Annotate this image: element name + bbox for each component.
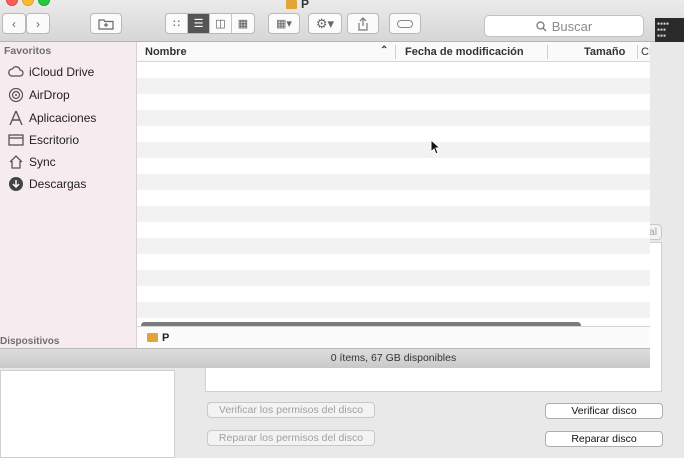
column-separator [637, 45, 638, 59]
status-text: 0 ítems, 67 GB disponibles [330, 352, 457, 364]
home-icon [8, 154, 24, 170]
search-placeholder: Buscar [551, 18, 593, 34]
verify-permissions-button[interactable]: Verificar los permisos del disco [207, 402, 375, 418]
sidebar-item-applications[interactable]: Aplicaciones [8, 110, 96, 126]
column-separator [547, 45, 548, 59]
tag-icon [397, 19, 413, 28]
search-field[interactable]: Buscar [484, 15, 644, 37]
search-icon [536, 20, 547, 31]
list-row [137, 254, 650, 270]
file-rows [137, 62, 650, 324]
list-row [137, 206, 650, 222]
sidebar-item-label: iCloud Drive [29, 65, 95, 79]
sidebar-heading-devices: Dispositivos [0, 336, 60, 347]
list-row [137, 238, 650, 254]
share-button[interactable] [347, 13, 379, 34]
sidebar-item-sync[interactable]: Sync [8, 154, 56, 170]
folder-icon [147, 333, 158, 342]
action-menu-button[interactable]: ⚙▾ [308, 13, 342, 34]
arrange-menu-button[interactable]: ▦▾ [268, 13, 300, 34]
share-icon [358, 16, 368, 31]
status-bar-left [0, 348, 137, 368]
column-name[interactable]: Nombre [145, 46, 187, 58]
chevron-right-icon: › [36, 16, 40, 31]
sidebar-item-label: AirDrop [29, 88, 70, 102]
sort-ascending-icon: ⌃ [380, 45, 389, 56]
icon-view-button[interactable]: ∷ [166, 14, 188, 33]
tags-button[interactable] [389, 13, 421, 34]
repair-permissions-button[interactable]: Reparar los permisos del disco [207, 430, 375, 446]
close-window-button[interactable] [6, 0, 18, 6]
grid-icon: ∷ [173, 18, 180, 30]
column-date-modified[interactable]: Fecha de modificación [405, 46, 524, 58]
file-list[interactable]: Nombre ⌃ Fecha de modificación Tamaño CR… [137, 42, 650, 348]
sidebar-item-icloud-drive[interactable]: iCloud Drive [8, 64, 94, 80]
coverflow-icon: ▦ [237, 18, 249, 30]
sidebar-item-label: Escritorio [29, 133, 80, 147]
sidebar-item-desktop[interactable]: Escritorio [8, 132, 79, 148]
applications-icon [8, 110, 24, 126]
airdrop-icon [8, 87, 24, 103]
desktop-icon [8, 132, 24, 148]
status-bar: 0 ítems, 67 GB disponibles [137, 348, 650, 368]
path-bar: P [137, 326, 650, 348]
list-row [137, 110, 650, 126]
list-row [137, 62, 650, 78]
list-row [137, 126, 650, 142]
verify-disk-button[interactable]: Verificar disco [545, 403, 663, 419]
folder-icon [286, 0, 297, 9]
column-view-button[interactable]: ◫ [210, 14, 232, 33]
back-button[interactable]: ‹ [2, 13, 26, 34]
forward-button[interactable]: › [26, 13, 50, 34]
background-side-panel [0, 370, 175, 458]
window-title-text: P [301, 0, 310, 11]
column-registro[interactable]: CRegistro [641, 46, 650, 58]
downloads-icon [8, 176, 24, 192]
finder-toolbar: P ‹ › ∷ ☰ ◫ ▦ ▦▾ ⚙▾ Buscar [0, 0, 684, 42]
column-header: Nombre ⌃ Fecha de modificación Tamaño CR… [137, 42, 650, 62]
sidebar-item-label: Sync [29, 155, 56, 169]
list-row [137, 190, 650, 206]
new-folder-icon [98, 18, 114, 30]
list-row [137, 270, 650, 286]
list-row [137, 158, 650, 174]
window-title: P [286, 0, 309, 11]
sidebar-item-downloads[interactable]: Descargas [8, 176, 86, 192]
view-mode-selector: ∷ ☰ ◫ ▦ [165, 13, 255, 34]
path-item[interactable]: P [162, 332, 169, 344]
arrange-grid-icon: ▦▾ [276, 18, 292, 30]
list-row [137, 302, 650, 318]
list-view-button[interactable]: ☰ [188, 14, 210, 33]
column-size[interactable]: Tamaño [584, 46, 625, 58]
chevron-left-icon: ‹ [12, 16, 16, 31]
list-row [137, 222, 650, 238]
minimize-window-button[interactable] [22, 0, 34, 6]
background-thumbnail: ▪▪▪▪ ▪▪▪ ▪▪▪ [655, 18, 684, 42]
list-row [137, 142, 650, 158]
sidebar-item-airdrop[interactable]: AirDrop [8, 87, 70, 103]
zoom-window-button[interactable] [38, 0, 50, 6]
gear-icon: ⚙▾ [315, 15, 335, 31]
coverflow-view-button[interactable]: ▦ [232, 14, 254, 33]
columns-icon: ◫ [215, 18, 226, 30]
list-icon: ☰ [193, 18, 204, 30]
sidebar-item-label: Aplicaciones [29, 111, 97, 125]
list-row [137, 78, 650, 94]
list-row [137, 174, 650, 190]
sidebar: Favoritos iCloud Drive AirDrop Aplicacio… [0, 42, 137, 348]
column-separator [395, 45, 396, 59]
sidebar-item-label: Descargas [29, 177, 87, 191]
sidebar-heading-favorites: Favoritos [4, 45, 52, 57]
cloud-icon [8, 64, 24, 80]
list-row [137, 94, 650, 110]
mouse-pointer-icon [430, 139, 441, 155]
new-folder-button[interactable] [90, 13, 122, 34]
repair-disk-button[interactable]: Reparar disco [545, 431, 663, 447]
list-row [137, 286, 650, 302]
